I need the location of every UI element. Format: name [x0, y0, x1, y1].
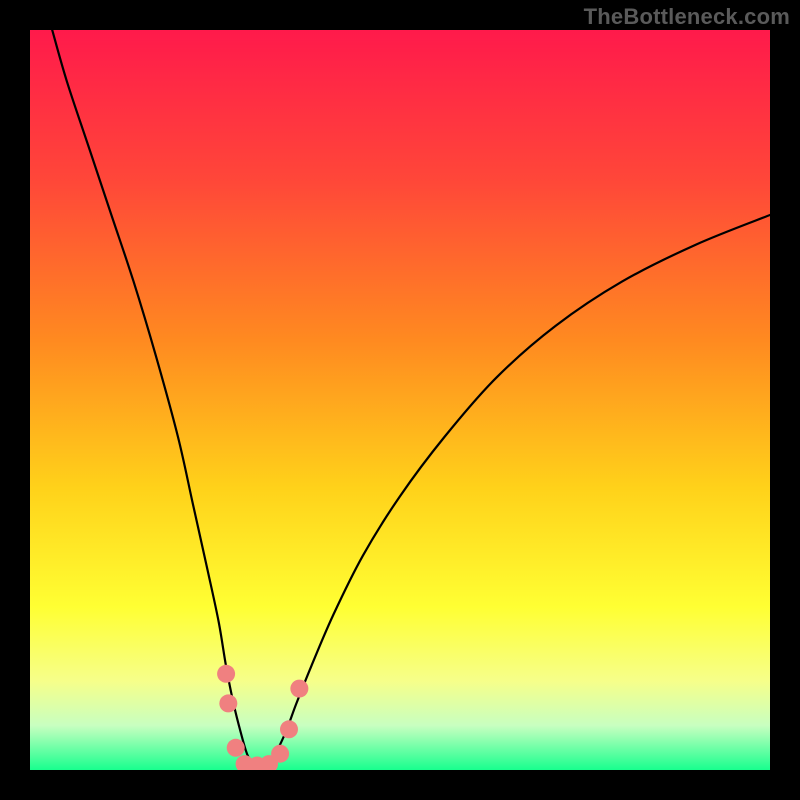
chart-frame: TheBottleneck.com — [0, 0, 800, 800]
plot-area — [30, 30, 770, 770]
marker-point — [280, 720, 298, 738]
marker-point — [219, 694, 237, 712]
marker-point — [217, 665, 235, 683]
watermark-text: TheBottleneck.com — [584, 4, 790, 30]
marker-point — [271, 745, 289, 763]
marker-point — [290, 680, 308, 698]
marker-point — [227, 739, 245, 757]
gradient-background — [30, 30, 770, 770]
bottleneck-chart — [30, 30, 770, 770]
